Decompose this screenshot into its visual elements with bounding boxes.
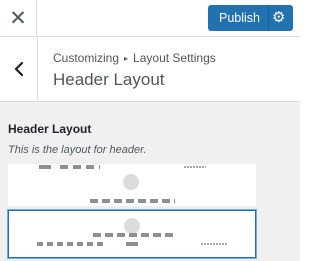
preview-dots — [201, 243, 227, 245]
breadcrumb-root: Customizing — [53, 51, 120, 65]
publish-label: Publish — [219, 11, 260, 25]
section-navigation: Customizing ▸ Layout Settings Header Layou… — [0, 37, 300, 102]
page-title: Header Layout — [53, 70, 165, 89]
preview-dots — [184, 166, 206, 168]
preview-block — [39, 165, 51, 169]
preview-logo — [123, 174, 139, 190]
preview-menu — [37, 242, 107, 246]
preview-logo — [124, 218, 140, 234]
close-customizer-button[interactable]: ✕ — [0, 0, 37, 36]
breadcrumb-arrow-icon: ▸ — [124, 54, 129, 63]
control-description: This is the layout for header. — [8, 144, 147, 156]
preview-menu — [93, 233, 173, 237]
gear-icon[interactable]: ⚙ — [272, 8, 285, 28]
control-panel: Header Layout This is the layout for hea… — [0, 102, 300, 261]
publish-button[interactable]: Publish ⚙ — [208, 5, 293, 31]
chevron-left-icon — [14, 62, 23, 76]
close-icon: ✕ — [9, 6, 27, 30]
preview-menu — [90, 199, 175, 203]
back-button[interactable] — [0, 37, 38, 101]
publish-divider — [268, 5, 269, 31]
breadcrumb: Customizing ▸ Layout Settings — [53, 51, 216, 65]
preview-block — [126, 242, 138, 246]
preview-menu — [60, 165, 100, 169]
breadcrumb-section: Layout Settings — [133, 51, 216, 65]
customizer-header: ✕ Publish ⚙ — [0, 0, 300, 37]
layout-option-1[interactable] — [8, 164, 256, 206]
layout-option-2[interactable] — [8, 210, 256, 258]
control-title: Header Layout — [8, 122, 92, 136]
